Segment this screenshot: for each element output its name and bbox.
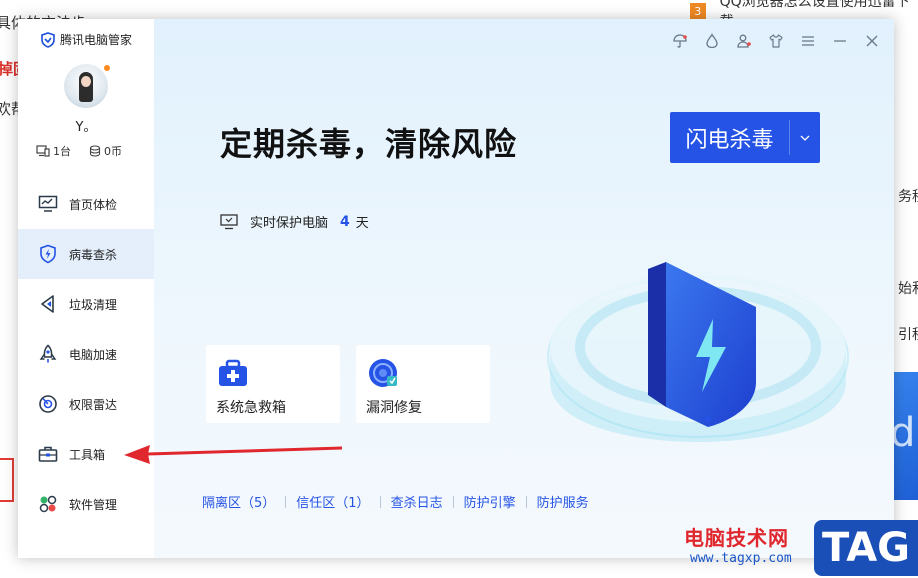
- sidebar-nav: 首页体检 病毒查杀 垃圾清理 电脑加速 权限雷达 工具箱 软件管理: [18, 179, 154, 529]
- sidebar-item-speedup[interactable]: 电脑加速: [18, 329, 154, 379]
- bg-red-box: [0, 458, 14, 502]
- device-count[interactable]: 1台: [36, 143, 71, 159]
- first-aid-kit-card[interactable]: 系统急救箱: [206, 345, 340, 423]
- menu-icon[interactable]: [800, 33, 816, 49]
- bg-right-3: 引程: [898, 327, 918, 343]
- first-aid-icon: [219, 359, 247, 386]
- title-bar: [672, 33, 880, 49]
- scan-options-dropdown[interactable]: [790, 112, 820, 163]
- coin-count-label: 0币: [104, 145, 122, 158]
- page-headline: 定期杀毒，清除风险: [220, 125, 518, 163]
- sidebar-item-label: 权限雷达: [69, 397, 118, 412]
- shield-lightning-icon: [38, 244, 58, 264]
- watermark-site-name: 电脑技术网: [684, 526, 789, 550]
- brand: 腾讯电脑管家: [40, 31, 132, 48]
- rank-badge: 3: [690, 3, 706, 19]
- monitor-shield-icon: [220, 213, 238, 229]
- devices-icon: [36, 145, 50, 157]
- bg-right-1: 务程: [898, 189, 918, 205]
- tag-logo: TAG: [814, 520, 918, 576]
- divider: [525, 495, 527, 508]
- monitor-icon: [38, 194, 58, 214]
- apps-icon: [38, 494, 58, 514]
- toolbox-icon: [38, 444, 58, 464]
- divider: [379, 495, 381, 508]
- sidebar-item-toolbox[interactable]: 工具箱: [18, 429, 154, 479]
- watermark-url: www.tagxp.com: [690, 551, 792, 566]
- sidebar-item-label: 工具箱: [69, 447, 106, 462]
- user-stats: 1台 0币: [36, 143, 122, 159]
- person-icon[interactable]: [736, 33, 752, 49]
- main-panel: 定期杀毒，清除风险 闪电杀毒 实时保护电脑 4 天 系统急救箱 漏洞修复 隔离区…: [154, 19, 894, 558]
- trust-zone-link[interactable]: 信任区（1）: [296, 492, 369, 511]
- bottom-links: 隔离区（5） 信任区（1） 查杀日志 防护引擎 防护服务: [202, 492, 589, 511]
- sidebar-item-label: 首页体检: [69, 197, 118, 212]
- minimize-icon[interactable]: [832, 33, 848, 49]
- divider: [285, 495, 287, 508]
- sidebar-item-checkup[interactable]: 首页体检: [18, 179, 154, 229]
- divider: [452, 495, 454, 508]
- sidebar-item-virus-scan[interactable]: 病毒查杀: [18, 229, 154, 279]
- tshirt-icon[interactable]: [768, 33, 784, 49]
- sidebar-item-label: 垃圾清理: [69, 297, 118, 312]
- chevron-down-icon: [800, 135, 810, 141]
- close-icon[interactable]: [864, 33, 880, 49]
- radar-icon: [38, 394, 58, 414]
- realtime-protection: 实时保护电脑 4 天: [220, 212, 369, 231]
- sidebar-item-cleanup[interactable]: 垃圾清理: [18, 279, 154, 329]
- rocket-icon: [38, 344, 58, 364]
- sidebar: 腾讯电脑管家 Y。 1台 0币 首页体检 病毒查杀 垃圾清理 电脑加速 权限雷达…: [18, 19, 154, 558]
- pc-manager-window: 腾讯电脑管家 Y。 1台 0币 首页体检 病毒查杀 垃圾清理 电脑加速 权限雷达…: [18, 19, 894, 558]
- shield-illustration: [547, 262, 849, 442]
- avatar[interactable]: [64, 64, 108, 108]
- device-count-label: 1台: [53, 145, 71, 158]
- scan-log-link[interactable]: 查杀日志: [391, 492, 443, 511]
- sidebar-item-label: 电脑加速: [69, 347, 118, 362]
- protection-label: 实时保护电脑: [250, 216, 329, 231]
- coin-count[interactable]: 0币: [89, 143, 122, 159]
- card-label: 漏洞修复: [366, 400, 422, 416]
- patch-icon: [369, 359, 397, 387]
- brand-name: 腾讯电脑管家: [60, 33, 133, 47]
- username[interactable]: Y。: [18, 116, 154, 135]
- sidebar-item-label: 病毒查杀: [69, 247, 118, 262]
- protection-days: 4: [340, 213, 350, 230]
- card-label: 系统急救箱: [216, 400, 286, 416]
- broom-icon: [38, 294, 58, 314]
- drop-icon[interactable]: [704, 33, 720, 49]
- shield-logo-icon: [41, 31, 55, 48]
- umbrella-icon[interactable]: [672, 33, 688, 49]
- notification-dot: [104, 65, 110, 71]
- protection-unit: 天: [355, 216, 369, 231]
- sidebar-item-label: 软件管理: [69, 497, 118, 512]
- vulnerability-fix-card[interactable]: 漏洞修复: [356, 345, 490, 423]
- bg-right-2: 始和: [898, 281, 918, 297]
- quick-scan-label[interactable]: 闪电杀毒: [670, 112, 789, 163]
- protection-service-link[interactable]: 防护服务: [537, 492, 589, 511]
- coins-icon: [89, 145, 101, 157]
- quick-scan-button[interactable]: 闪电杀毒: [670, 112, 820, 163]
- sidebar-item-software[interactable]: 软件管理: [18, 479, 154, 529]
- protection-engine-link[interactable]: 防护引擎: [464, 492, 516, 511]
- sidebar-item-permission-radar[interactable]: 权限雷达: [18, 379, 154, 429]
- quarantine-link[interactable]: 隔离区（5）: [202, 492, 275, 511]
